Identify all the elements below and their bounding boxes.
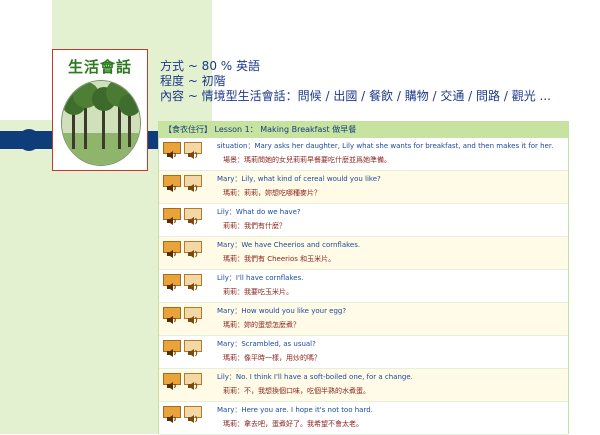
repeat-audio-button[interactable] [184,406,202,423]
english-line: Mary：How would you like your egg? [217,307,347,315]
audio-buttons [163,175,205,194]
play-audio-button[interactable] [163,241,181,258]
dialogue-row: Mary：Scrambled, as usual? 瑪莉：像平時一樣，用炒的嗎？ [159,336,568,369]
english-line: Mary：Lily, what kind of cereal would you… [217,175,381,183]
speaker-repeat-icon [187,210,199,229]
dialogue-row: Mary：Lily, what kind of cereal would you… [159,171,568,204]
dialogue-row: Mary：We have Cheerios and cornflakes. 瑪莉：… [159,237,568,270]
audio-buttons [163,307,205,326]
repeat-audio-button[interactable] [184,373,202,390]
repeat-audio-button[interactable] [184,208,202,225]
speaker-repeat-icon [187,309,199,328]
speaker-play-icon [166,144,178,163]
speaker-repeat-icon [187,375,199,394]
play-audio-button[interactable] [163,307,181,324]
english-line: Lily：What do we have? [217,208,301,216]
play-audio-button[interactable] [163,340,181,357]
course-logo-card: 生活會話 [52,49,148,171]
course-info: 方式 ~ 80 % 英語 程度 ~ 初階 內容 ~ 情境型生活會話：問候 / 出… [160,58,551,103]
chinese-line: 瑪莉：像平時一樣，用炒的嗎？ [223,354,321,362]
english-line: Lily：No. I think I'll have a soft-boiled… [217,373,413,381]
decorative-navy-circle [18,129,40,151]
dialogue-row: Mary：How would you like your egg? 瑪莉：妳的蛋想… [159,303,568,336]
speaker-play-icon [166,276,178,295]
speaker-play-icon [166,177,178,196]
play-audio-button[interactable] [163,175,181,192]
speaker-repeat-icon [187,342,199,361]
repeat-audio-button[interactable] [184,142,202,159]
speaker-repeat-icon [187,177,199,196]
repeat-audio-button[interactable] [184,307,202,324]
play-audio-button[interactable] [163,373,181,390]
english-line: Mary：Scrambled, as usual? [217,340,316,348]
english-line: Mary：We have Cheerios and cornflakes. [217,241,361,249]
dialogue-row: Lily：No. I think I'll have a soft-boiled… [159,369,568,402]
repeat-audio-button[interactable] [184,241,202,258]
dialogue-row: Lily：What do we have? 莉莉：我們有什麼？ [159,204,568,237]
speaker-play-icon [166,375,178,394]
play-audio-button[interactable] [163,406,181,423]
audio-buttons [163,274,205,293]
dialogue-row: Lily：I'll have cornflakes. 莉莉：我要吃玉米片。 [159,270,568,303]
english-line: Lily：I'll have cornflakes. [217,274,304,282]
chinese-line: 瑪莉：拿去吧，蛋煮好了。我希望不會太老。 [223,420,363,428]
audio-buttons [163,373,205,392]
speaker-play-icon [166,309,178,328]
dialogue-row: situation：Mary asks her daughter, Lily w… [159,138,568,171]
dialogue-row: Mary：Here you are. I hope it's not too h… [159,402,568,435]
chinese-line: 莉莉：我們有什麼？ [223,222,286,230]
play-audio-button[interactable] [163,274,181,291]
repeat-audio-button[interactable] [184,175,202,192]
english-line: situation：Mary asks her daughter, Lily w… [217,142,554,150]
repeat-audio-button[interactable] [184,274,202,291]
course-method: 方式 ~ 80 % 英語 [160,59,260,73]
audio-buttons [163,340,205,359]
speaker-play-icon [166,408,178,427]
play-audio-button[interactable] [163,142,181,159]
speaker-play-icon [166,210,178,229]
audio-buttons [163,142,205,161]
trees-photo-icon [61,80,141,166]
course-level: 程度 ~ 初階 [160,74,226,88]
english-line: Mary：Here you are. I hope it's not too h… [217,406,373,414]
speaker-repeat-icon [187,276,199,295]
chinese-line: 瑪莉：妳的蛋想怎麼煮？ [223,321,300,329]
play-audio-button[interactable] [163,208,181,225]
speaker-repeat-icon [187,243,199,262]
chinese-line: 瑪莉：我們有 Cheerios 和玉米片。 [223,255,336,263]
top-left-blank [0,0,52,120]
audio-buttons [163,406,205,425]
chinese-line: 莉莉：不，我想換個口味，吃個半熟的水煮蛋。 [223,387,370,395]
lesson-panel: 【食衣住行】 Lesson 1： Making Breakfast 做早餐 si… [158,121,569,435]
speaker-repeat-icon [187,408,199,427]
course-content: 內容 ~ 情境型生活會話：問候 / 出國 / 餐飲 / 購物 / 交通 / 問路… [160,89,551,103]
lesson-header: 【食衣住行】 Lesson 1： Making Breakfast 做早餐 [159,122,568,138]
audio-buttons [163,241,205,260]
audio-buttons [163,208,205,227]
repeat-audio-button[interactable] [184,340,202,357]
speaker-play-icon [166,342,178,361]
chinese-line: 場景：瑪莉問她的女兒莉莉早餐要吃什麼並爲她準備。 [223,156,391,164]
chinese-line: 瑪莉：莉莉，妳想吃哪種麥片？ [223,189,321,197]
speaker-play-icon [166,243,178,262]
chinese-line: 莉莉：我要吃玉米片。 [223,288,293,296]
course-title: 生活會話 [67,58,132,76]
speaker-repeat-icon [187,144,199,163]
